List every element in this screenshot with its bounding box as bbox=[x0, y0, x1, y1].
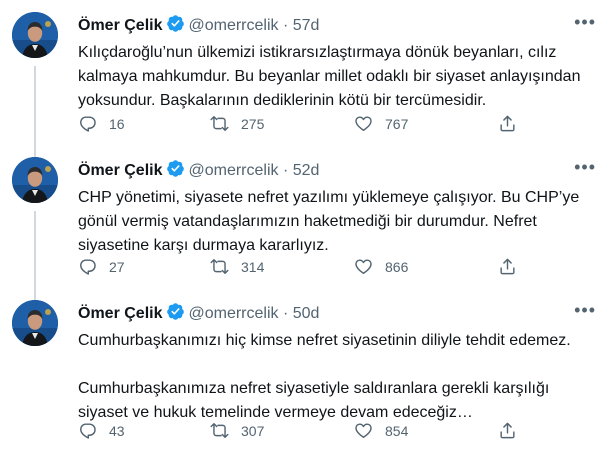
reply-icon bbox=[78, 257, 97, 276]
share-button[interactable] bbox=[498, 421, 529, 440]
tweet-timestamp[interactable]: 57d bbox=[293, 17, 320, 34]
reply-count: 43 bbox=[109, 422, 125, 439]
reply-icon bbox=[78, 421, 97, 440]
like-icon bbox=[354, 257, 373, 276]
reply-count: 27 bbox=[109, 258, 125, 275]
author-name[interactable]: Ömer Çelik bbox=[78, 162, 162, 179]
like-button[interactable]: 866 bbox=[354, 257, 408, 276]
retweet-count: 275 bbox=[241, 115, 265, 132]
thread-connector bbox=[34, 66, 36, 160]
reply-button[interactable]: 43 bbox=[78, 421, 125, 440]
verified-badge-icon bbox=[166, 302, 185, 321]
tweet-text: CHP yönetimi, siyasete nefret yazılımı y… bbox=[78, 189, 580, 254]
avatar[interactable] bbox=[12, 12, 58, 58]
tweet-header: Ömer Çelik @omerrcelik · 57d bbox=[78, 14, 319, 35]
reply-button[interactable]: 27 bbox=[78, 257, 125, 276]
like-button[interactable]: 854 bbox=[354, 421, 408, 440]
share-icon bbox=[498, 257, 517, 276]
share-icon bbox=[498, 114, 517, 133]
retweet-button[interactable]: 307 bbox=[210, 421, 264, 440]
tweet-timestamp[interactable]: 52d bbox=[293, 162, 320, 179]
reply-button[interactable]: 16 bbox=[78, 114, 125, 133]
author-handle[interactable]: @omerrcelik bbox=[188, 305, 278, 322]
tweet-header: Ömer Çelik @omerrcelik · 52d bbox=[78, 159, 319, 180]
tweet-3[interactable]: Ömer Çelik @omerrcelik · 50d ••• Cumhurba… bbox=[0, 298, 616, 458]
tweet-timestamp[interactable]: 50d bbox=[293, 305, 320, 322]
share-button[interactable] bbox=[498, 114, 529, 133]
reply-count: 16 bbox=[109, 115, 125, 132]
retweet-icon bbox=[210, 114, 229, 133]
header-separator: · bbox=[282, 305, 289, 322]
verified-badge-icon bbox=[166, 159, 185, 178]
reply-icon bbox=[78, 114, 97, 133]
tweet-1[interactable]: Ömer Çelik @omerrcelik · 57d ••• Kılıçdar… bbox=[0, 10, 616, 160]
like-icon bbox=[354, 114, 373, 133]
share-icon bbox=[498, 421, 517, 440]
share-button[interactable] bbox=[498, 257, 529, 276]
tweet-actions: 27 314 866 bbox=[78, 257, 538, 277]
like-count: 767 bbox=[385, 115, 409, 132]
like-icon bbox=[354, 421, 373, 440]
tweet-actions: 16 275 767 bbox=[78, 114, 538, 134]
avatar[interactable] bbox=[12, 300, 58, 346]
tweet-actions: 43 307 854 bbox=[78, 421, 538, 441]
like-button[interactable]: 767 bbox=[354, 114, 408, 133]
author-handle[interactable]: @omerrcelik bbox=[188, 17, 278, 34]
thread-connector bbox=[34, 211, 36, 301]
avatar-image bbox=[12, 12, 58, 58]
retweet-button[interactable]: 275 bbox=[210, 114, 264, 133]
author-name[interactable]: Ömer Çelik bbox=[78, 17, 162, 34]
more-icon[interactable]: ••• bbox=[574, 157, 596, 178]
tweet-text: Cumhurbaşkanımızı hiç kimse nefret siyas… bbox=[78, 332, 571, 421]
author-handle[interactable]: @omerrcelik bbox=[188, 162, 278, 179]
retweet-count: 307 bbox=[241, 422, 265, 439]
avatar-image bbox=[12, 300, 58, 346]
verified-badge-icon bbox=[166, 14, 185, 33]
tweet-header: Ömer Çelik @omerrcelik · 50d bbox=[78, 302, 319, 323]
like-count: 866 bbox=[385, 258, 409, 275]
retweet-icon bbox=[210, 421, 229, 440]
retweet-button[interactable]: 314 bbox=[210, 257, 264, 276]
tweet-text: Kılıçdaroğlu’nun ülkemizi istikrarsızlaş… bbox=[78, 44, 581, 109]
avatar[interactable] bbox=[12, 157, 58, 203]
author-name[interactable]: Ömer Çelik bbox=[78, 305, 162, 322]
retweet-count: 314 bbox=[241, 258, 265, 275]
header-separator: · bbox=[282, 162, 289, 179]
header-separator: · bbox=[282, 17, 289, 34]
more-icon[interactable]: ••• bbox=[574, 12, 596, 33]
tweet-2[interactable]: Ömer Çelik @omerrcelik · 52d ••• CHP yöne… bbox=[0, 155, 616, 301]
more-icon[interactable]: ••• bbox=[574, 300, 596, 321]
retweet-icon bbox=[210, 257, 229, 276]
avatar-image bbox=[12, 157, 58, 203]
like-count: 854 bbox=[385, 422, 409, 439]
